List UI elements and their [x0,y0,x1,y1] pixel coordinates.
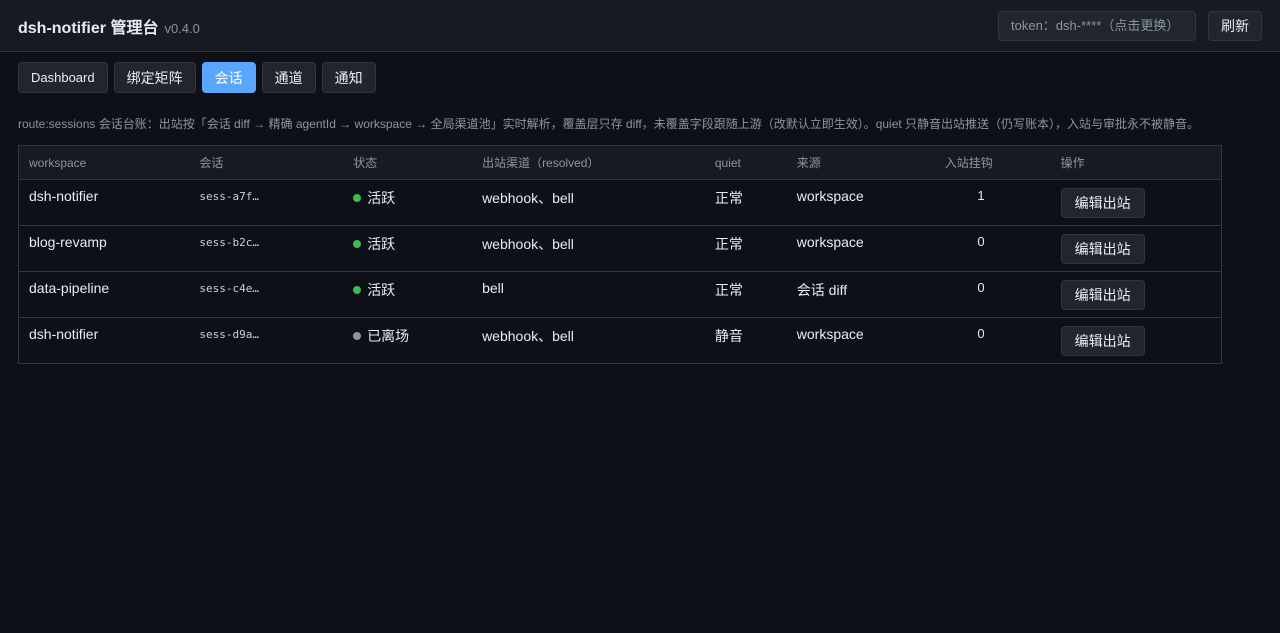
column-header-channels: 出站渠道（resolved） [472,145,705,180]
brand: dsh-notifier 管理台 v0.4.0 [18,14,200,38]
status-label: 活跃 [367,190,396,206]
status-dot-icon [353,240,362,248]
cell-actions: 编辑出站 [1050,179,1222,226]
status-label: 活跃 [367,236,396,252]
cell-quiet: 正常 [704,179,787,226]
cell-source: workspace [786,225,935,272]
cell-session-id: sess-b2c… [189,225,344,272]
cell-workspace: blog-revamp [18,225,190,272]
cell-source: 会话 diff [786,271,935,318]
cell-status: 活跃 [343,271,473,318]
cell-status: 已离场 [343,318,472,364]
edit-outbound-button[interactable]: 编辑出站 [1060,326,1145,356]
edit-outbound-button[interactable]: 编辑出站 [1060,188,1145,218]
cell-actions: 编辑出站 [1051,318,1222,364]
token-input[interactable] [998,10,1196,41]
edit-outbound-button[interactable]: 编辑出站 [1060,234,1145,264]
cell-channels: webhook、bell [472,225,705,272]
status-label: 活跃 [367,282,396,298]
column-header-quiet: quiet [704,145,787,180]
column-header-inbound-hooks: 入站挂钩 [934,145,1051,180]
cell-inbound-hooks: 0 [934,271,1051,318]
top-actions: 刷新 [998,10,1262,41]
top-bar: dsh-notifier 管理台 v0.4.0 刷新 [0,0,1280,52]
table-row: dsh-notifier sess-a7f… 活跃 webhook、bell 正… [18,179,1222,226]
cell-source: workspace [786,179,935,226]
refresh-button[interactable]: 刷新 [1208,10,1262,41]
edit-outbound-button[interactable]: 编辑出站 [1060,280,1145,310]
cell-quiet: 正常 [704,271,787,318]
tab-notifications[interactable]: 通知 [321,62,376,93]
cell-status: 活跃 [343,225,473,272]
cell-session-id: sess-a7f… [189,179,344,226]
column-header-status: 状态 [343,145,473,180]
sessions-table: workspace 会话 状态 出站渠道（resolved） quiet 来源 … [18,145,1222,364]
route-description: route:sessions 会话台账：出站按「会话 diff → 精确 age… [18,117,1200,131]
cell-status: 活跃 [343,179,473,226]
app-version: v0.4.0 [164,20,200,36]
column-header-actions: 操作 [1050,145,1222,180]
table-row: dsh-notifier sess-d9a… 已离场 webhook、bell … [19,318,1222,364]
tab-channels[interactable]: 通道 [261,62,316,93]
cell-workspace: data-pipeline [18,271,190,318]
cell-workspace: dsh-notifier [29,326,99,342]
column-header-workspace: workspace [18,145,190,180]
tab-sessions[interactable]: 会话 [201,62,256,93]
cell-channels: bell [472,271,705,318]
status-dot-icon [353,286,362,294]
status-label: 已离场 [367,328,410,344]
cell-actions: 编辑出站 [1050,271,1222,318]
cell-inbound-hooks: 0 [977,326,985,341]
cell-inbound-hooks: 1 [934,179,1051,226]
tab-binding-matrix[interactable]: 绑定矩阵 [113,62,196,93]
cell-quiet: 正常 [704,225,787,272]
cell-quiet: 静音 [714,328,743,344]
table-row: blog-revamp sess-b2c… 活跃 webhook、bell 正常… [18,225,1222,272]
column-header-session: 会话 [189,145,344,180]
status-dot-icon [353,332,362,340]
cell-channels: webhook、bell [472,179,705,226]
cell-source: workspace [796,326,864,342]
cell-actions: 编辑出站 [1050,225,1222,272]
status-dot-icon [353,194,362,202]
cell-session-id: sess-c4e… [189,271,344,318]
cell-session-id: sess-d9a… [199,328,259,341]
table-row: data-pipeline sess-c4e… 活跃 bell 正常 会话 di… [18,271,1222,318]
column-header-source: 来源 [786,145,935,180]
cell-inbound-hooks: 0 [934,225,1051,272]
table-header-row: workspace 会话 状态 出站渠道（resolved） quiet 来源 … [18,145,1222,180]
tab-dashboard[interactable]: Dashboard [18,62,108,93]
tab-bar: Dashboard 绑定矩阵 会话 通道 通知 [0,52,1280,93]
app-title: dsh-notifier 管理台 [18,19,159,37]
cell-channels: webhook、bell [482,328,574,344]
cell-workspace: dsh-notifier [18,179,190,226]
